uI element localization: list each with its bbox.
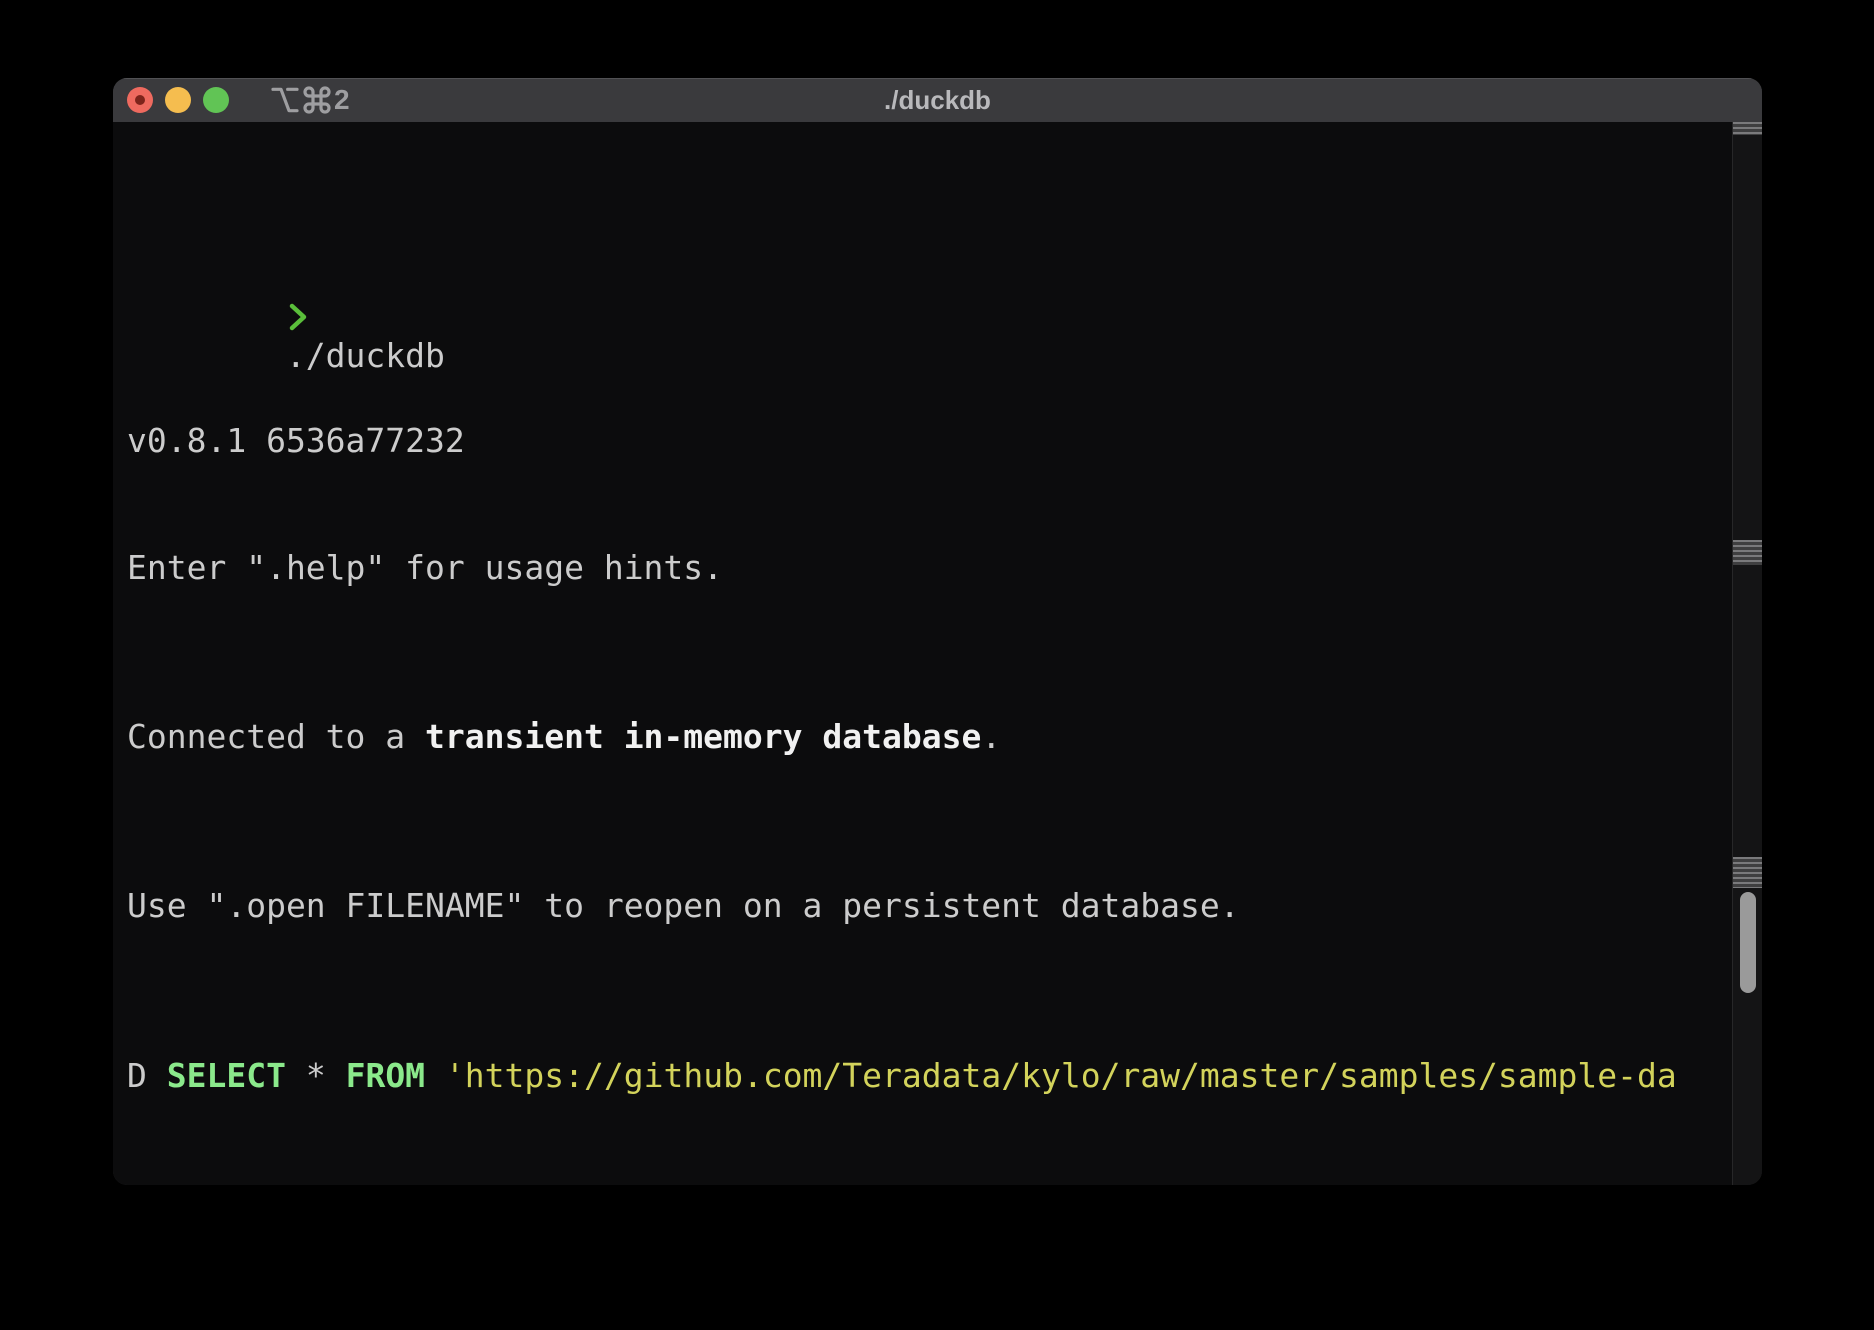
query-string: 'https://github.com/Teradata/kylo/raw/ma…: [445, 1056, 1677, 1095]
shell-command: ./duckdb: [286, 336, 445, 375]
query-line: D SELECT * FROM 'https://github.com/Tera…: [127, 1055, 1762, 1097]
open-line: Use ".open FILENAME" to reopen on a pers…: [127, 885, 1762, 927]
star-segment: *: [286, 1056, 346, 1095]
from-keyword: FROM: [346, 1056, 425, 1095]
terminal-screen[interactable]: ./duckdb v0.8.1 6536a77232 Enter ".help"…: [113, 122, 1762, 1185]
connected-line: Connected to a transient in-memory datab…: [127, 716, 1762, 758]
traffic-lights: [127, 87, 229, 113]
keyword-space: [425, 1056, 445, 1095]
scrollbar-thumb[interactable]: [1740, 892, 1756, 993]
window-shortcut: 2: [269, 84, 350, 116]
shortcut-number: 2: [334, 86, 350, 114]
prompt-chevron-icon: [128, 258, 309, 385]
connected-bold: transient in-memory database: [425, 717, 981, 756]
close-button[interactable]: [127, 87, 153, 113]
window-titlebar[interactable]: 2 ./duckdb: [113, 78, 1762, 122]
connected-suffix: .: [981, 717, 1001, 756]
window-title: ./duckdb: [113, 85, 1762, 116]
terminal-window: 2 ./duckdb ./duckdb v0.8.1 6536a77232 En…: [113, 78, 1762, 1185]
minimize-button[interactable]: [165, 87, 191, 113]
command-key-icon: [301, 84, 333, 116]
option-key-icon: [269, 84, 301, 116]
scroll-mark: [1733, 857, 1762, 888]
prompt-line: ./duckdb: [127, 251, 1762, 293]
scroll-mark: [1733, 540, 1762, 565]
connected-prefix: Connected to a: [127, 717, 425, 756]
scrollbar-track[interactable]: [1732, 122, 1762, 1185]
hints-line: Enter ".help" for usage hints.: [127, 547, 1762, 589]
select-keyword: SELECT: [167, 1056, 286, 1095]
scroll-mark: [1733, 122, 1762, 135]
version-line: v0.8.1 6536a77232: [127, 420, 1762, 462]
zoom-button[interactable]: [203, 87, 229, 113]
duckdb-prompt: D: [127, 1056, 167, 1095]
